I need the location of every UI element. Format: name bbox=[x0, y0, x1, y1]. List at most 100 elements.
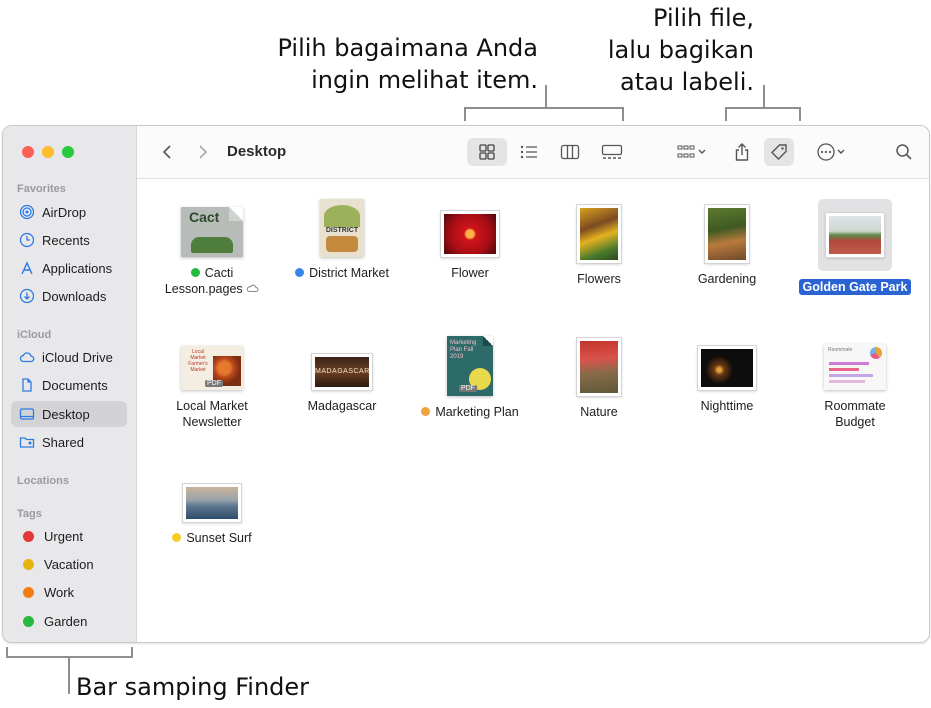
red-tag-icon bbox=[23, 530, 34, 542]
pdf-badge: PDF bbox=[205, 380, 223, 387]
file-sunset-surf[interactable]: Sunset Surf bbox=[147, 464, 277, 546]
applications-icon bbox=[19, 260, 35, 276]
sidebar-item-desktop[interactable]: Desktop bbox=[11, 401, 127, 427]
file-flower[interactable]: Flower bbox=[405, 199, 535, 281]
file-thumbnail bbox=[692, 332, 762, 390]
column-view-icon bbox=[560, 144, 580, 160]
flowers-photo bbox=[577, 205, 621, 263]
sidebar-tag-garden[interactable]: Garden bbox=[11, 608, 127, 634]
chevron-down-icon bbox=[837, 149, 845, 154]
file-gardening[interactable]: Gardening bbox=[662, 199, 792, 287]
file-thumbnail: Marketing Plan Fall 2019 PDF bbox=[435, 332, 505, 396]
file-label: Flowers bbox=[534, 271, 664, 287]
file-district-market[interactable]: DISTRICT District Market bbox=[277, 199, 407, 281]
thumbnail-text: Roommate bbox=[828, 347, 853, 353]
file-name: District Market bbox=[309, 266, 389, 280]
thumbnail-text: MADAGASCAR bbox=[315, 368, 370, 375]
file-nature[interactable]: Nature bbox=[534, 332, 664, 420]
more-actions-button[interactable] bbox=[809, 138, 853, 166]
icon-view-button[interactable] bbox=[467, 138, 507, 166]
file-name: Sunset Surf bbox=[186, 531, 252, 545]
yellow-tag-icon bbox=[172, 533, 182, 542]
callout-line: lalu bagikan bbox=[607, 36, 754, 64]
group-icon bbox=[677, 145, 695, 158]
forward-button[interactable] bbox=[191, 138, 215, 166]
close-button[interactable] bbox=[22, 146, 34, 158]
desktop-icon bbox=[19, 406, 35, 422]
sidebar-item-label: AirDrop bbox=[42, 204, 87, 220]
sidebar-item-recents[interactable]: Recents bbox=[11, 227, 127, 253]
sidebar-tag-urgent[interactable]: Urgent bbox=[11, 523, 127, 549]
pdf-badge: PDF bbox=[459, 385, 477, 392]
file-cacti-lesson[interactable]: Cact Cacti Lesson.pages bbox=[147, 199, 277, 297]
file-name-selected: Golden Gate Park bbox=[798, 279, 912, 295]
file-nighttime[interactable]: Nighttime bbox=[662, 332, 792, 414]
cloud-download-icon bbox=[247, 284, 259, 292]
file-golden-gate-park[interactable]: Golden Gate Park bbox=[790, 199, 920, 295]
file-label: Nature bbox=[534, 404, 664, 420]
pages-document-icon: Cact bbox=[181, 207, 243, 257]
file-name: Marketing Plan bbox=[435, 405, 519, 419]
view-options-callout: Pilih bagaimana Anda ingin melihat item. bbox=[220, 32, 538, 96]
sidebar-item-shared[interactable]: Shared bbox=[11, 429, 127, 455]
green-tag-icon bbox=[190, 268, 200, 277]
thumbnail-text: Cact bbox=[189, 209, 220, 225]
sidebar-item-label: iCloud Drive bbox=[42, 349, 113, 365]
zoom-button[interactable] bbox=[62, 146, 74, 158]
file-name: Gardening bbox=[697, 272, 757, 286]
search-icon bbox=[896, 144, 912, 160]
file-roommate-budget[interactable]: Roommate Roommate Budget bbox=[790, 332, 920, 430]
share-button[interactable] bbox=[727, 138, 757, 166]
file-marketing-plan[interactable]: Marketing Plan Fall 2019 PDF Marketing P… bbox=[405, 332, 535, 420]
minimize-button[interactable] bbox=[42, 146, 54, 158]
sidebar-item-icloud-drive[interactable]: iCloud Drive bbox=[11, 344, 127, 370]
back-button[interactable] bbox=[155, 138, 179, 166]
tag-icon bbox=[771, 144, 787, 160]
callout-line: Pilih bagaimana Anda bbox=[277, 34, 538, 62]
district-market-cover: DISTRICT bbox=[320, 199, 364, 257]
sidebar-item-applications[interactable]: Applications bbox=[11, 255, 127, 281]
file-thumbnail: Roommate bbox=[820, 332, 890, 390]
tag-button[interactable] bbox=[764, 138, 794, 166]
sidebar-item-airdrop[interactable]: AirDrop bbox=[11, 199, 127, 225]
view-options-bracket bbox=[464, 107, 624, 121]
file-label: Golden Gate Park bbox=[790, 279, 920, 295]
search-button[interactable] bbox=[889, 138, 919, 166]
file-name: Nighttime bbox=[700, 399, 754, 413]
shared-folder-icon bbox=[19, 434, 35, 450]
madagascar-photo: MADAGASCAR bbox=[312, 354, 372, 390]
gallery-view-button[interactable] bbox=[592, 138, 632, 166]
sunset-surf-photo bbox=[183, 484, 241, 522]
flower-photo bbox=[441, 211, 499, 257]
sidebar-tag-vacation[interactable]: Vacation bbox=[11, 551, 127, 577]
file-thumbnail: Cact bbox=[177, 199, 247, 257]
locations-heading: Locations bbox=[17, 475, 69, 487]
file-grid: Cact Cacti Lesson.pages DISTRICT Distric… bbox=[137, 179, 929, 642]
sidebar-item-downloads[interactable]: Downloads bbox=[11, 283, 127, 309]
chevron-left-icon bbox=[162, 145, 171, 159]
sidebar-item-label: Shared bbox=[42, 434, 84, 450]
list-view-button[interactable] bbox=[509, 138, 549, 166]
sidebar-item-label: Recents bbox=[42, 232, 90, 248]
finder-window: Favorites AirDrop Recents Applications D… bbox=[2, 125, 930, 643]
airdrop-icon bbox=[19, 204, 35, 220]
file-label: Marketing Plan bbox=[405, 404, 535, 420]
file-label: Sunset Surf bbox=[147, 530, 277, 546]
sidebar-tag-work[interactable]: Work bbox=[11, 579, 127, 605]
ellipsis-circle-icon bbox=[817, 143, 835, 161]
file-name-line: Cacti bbox=[204, 266, 234, 280]
group-by-button[interactable] bbox=[670, 138, 714, 166]
column-view-button[interactable] bbox=[550, 138, 590, 166]
file-local-market-newsletter[interactable]: Local Market Farmer's Market PDF Local M… bbox=[147, 332, 277, 430]
file-name: Nature bbox=[580, 405, 618, 419]
nighttime-photo bbox=[698, 346, 756, 390]
window-title: Desktop bbox=[227, 143, 287, 160]
file-flowers[interactable]: Flowers bbox=[534, 199, 664, 287]
file-madagascar[interactable]: MADAGASCAR Madagascar bbox=[277, 332, 407, 414]
document-icon bbox=[19, 377, 35, 393]
yellow-tag-icon bbox=[23, 558, 34, 570]
sidebar-item-documents[interactable]: Documents bbox=[11, 372, 127, 398]
sidebar-item-label: Desktop bbox=[42, 406, 90, 422]
file-thumbnail bbox=[692, 199, 762, 263]
thumbnail-text: DISTRICT bbox=[325, 227, 359, 234]
